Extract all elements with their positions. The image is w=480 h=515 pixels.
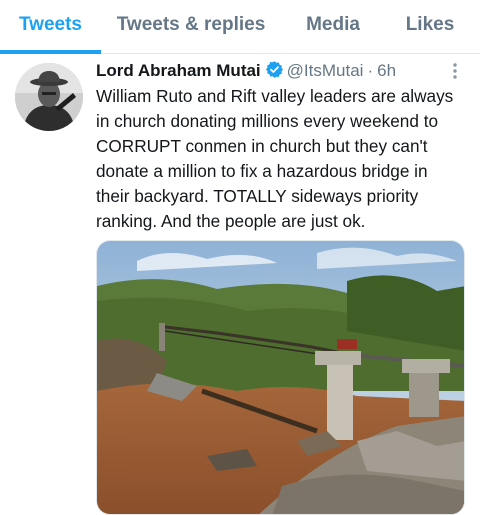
bridge-photo-image [97, 241, 464, 514]
tweet-text-line: in church donating millions every weeken… [96, 111, 439, 131]
profile-tabs: Tweets Tweets & replies Media Likes [0, 0, 480, 54]
more-options-icon[interactable] [449, 62, 461, 80]
tab-likes[interactable]: Likes [398, 0, 462, 53]
separator-dot: · [367, 61, 374, 80]
tweet-text-line: CORRUPT conmen in church but they can't [96, 136, 428, 156]
tweet-header: Lord Abraham Mutai @ItsMutai · 6h [96, 59, 396, 83]
tweet-text-line: William Ruto and Rift valley leaders are… [96, 86, 454, 106]
verified-badge-icon [265, 60, 284, 86]
author-name[interactable]: Lord Abraham Mutai [96, 61, 261, 80]
tweet-text: William Ruto and Rift valley leaders are… [96, 84, 472, 234]
tweet-text-line: ranking. And the people are just ok. [96, 211, 366, 231]
avatar[interactable] [15, 63, 83, 131]
tab-media[interactable]: Media [293, 0, 373, 53]
tweet-text-line: donate a million to fix a hazardous brid… [96, 161, 428, 181]
tweet-photo[interactable] [96, 240, 465, 515]
author-handle[interactable]: @ItsMutai [287, 61, 364, 80]
avatar-image [15, 63, 83, 131]
tab-tweets-and-replies[interactable]: Tweets & replies [104, 0, 278, 53]
tweet-text-line: their backyard. TOTALLY sideways priorit… [96, 186, 419, 206]
tweet-timestamp[interactable]: 6h [377, 61, 396, 80]
tab-tweets[interactable]: Tweets [0, 0, 101, 53]
active-tab-indicator [0, 50, 101, 54]
